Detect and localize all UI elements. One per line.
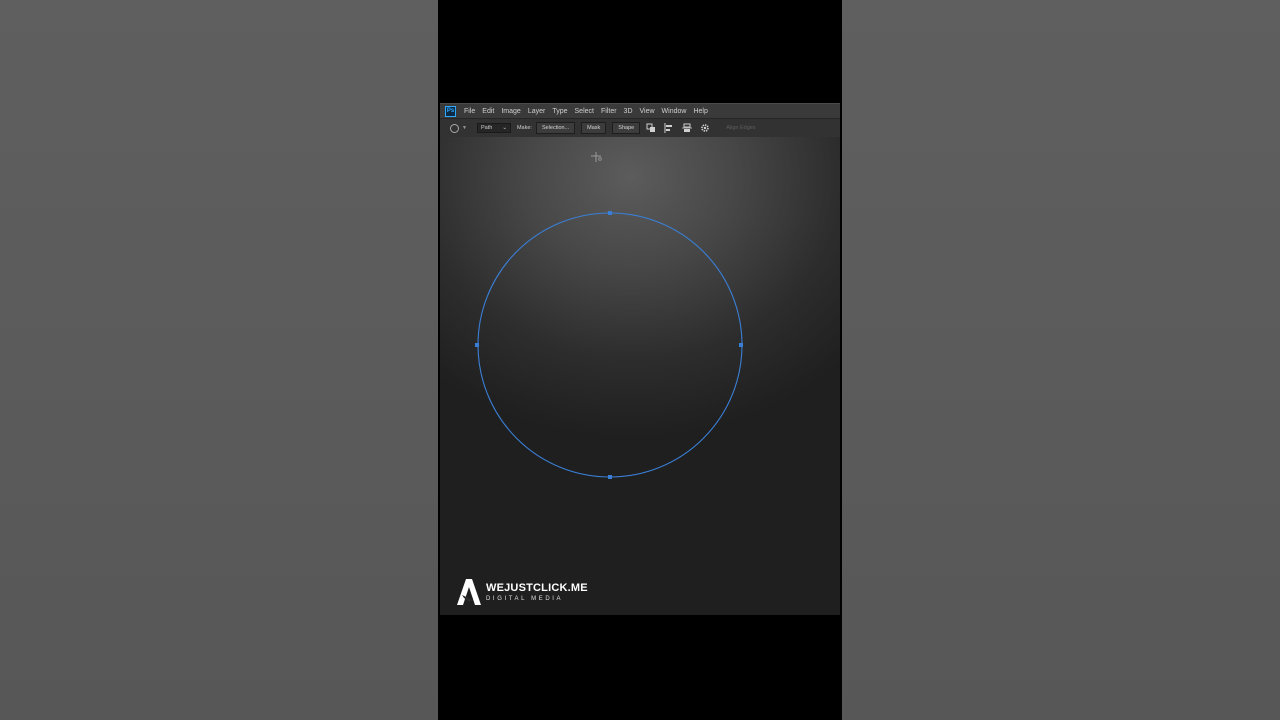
tool-mode-select[interactable]: Path ⌄ xyxy=(476,123,511,133)
path-arrangement-icon[interactable] xyxy=(682,123,693,133)
right-blurred-background xyxy=(842,0,1280,720)
ps-logo-icon: Ps xyxy=(445,105,456,117)
gear-icon[interactable] xyxy=(700,123,710,133)
anchor-point-left xyxy=(475,343,479,347)
document-canvas[interactable] xyxy=(440,137,840,615)
chevron-down-icon: ▼ xyxy=(462,125,467,131)
anchor-point-right xyxy=(739,343,743,347)
menu-file[interactable]: File xyxy=(464,108,475,115)
video-frame: Ps File Edit Image Layer Type Select Fil… xyxy=(438,0,842,720)
path-operations-icon[interactable] xyxy=(646,123,656,133)
align-edges-checkbox[interactable]: Align Edges xyxy=(726,125,755,131)
ellipse-tool-icon xyxy=(450,123,459,133)
menu-layer[interactable]: Layer xyxy=(528,108,546,115)
anchor-point-top xyxy=(608,211,612,215)
menu-help[interactable]: Help xyxy=(693,108,707,115)
menu-window[interactable]: Window xyxy=(662,108,687,115)
make-selection-button[interactable]: Selection... xyxy=(535,122,576,134)
menu-3d[interactable]: 3D xyxy=(624,108,633,115)
brand-watermark: WEJUSTCLICK.ME DIGITAL MEDIA xyxy=(456,578,588,606)
brand-name: WEJUSTCLICK.ME xyxy=(486,581,588,594)
left-blurred-background xyxy=(0,0,438,720)
menu-bar: Ps File Edit Image Layer Type Select Fil… xyxy=(440,103,840,118)
menu-filter[interactable]: Filter xyxy=(601,108,617,115)
anchor-point-bottom xyxy=(608,475,612,479)
brand-logo-icon xyxy=(457,579,481,605)
menu-view[interactable]: View xyxy=(640,108,655,115)
path-alignment-icon[interactable] xyxy=(664,123,674,133)
canvas-overlay xyxy=(475,152,743,479)
make-mask-button[interactable]: Mask xyxy=(581,122,607,134)
ellipse-path xyxy=(475,211,743,479)
options-bar: ▼ Path ⌄ Make: Selection... Mask Shape A… xyxy=(440,118,840,138)
brand-subtitle: DIGITAL MEDIA xyxy=(486,595,564,602)
menu-type[interactable]: Type xyxy=(552,108,567,115)
menu-image[interactable]: Image xyxy=(501,108,520,115)
chevron-down-icon: ⌄ xyxy=(502,125,507,131)
tool-mode-value: Path xyxy=(480,125,493,131)
photoshop-window: Ps File Edit Image Layer Type Select Fil… xyxy=(440,103,840,615)
tool-preset-picker[interactable]: ▼ xyxy=(450,123,467,133)
make-label: Make: xyxy=(516,125,532,131)
make-shape-button[interactable]: Shape xyxy=(612,122,641,134)
menu-select[interactable]: Select xyxy=(575,108,594,115)
crosshair-cursor-icon xyxy=(591,152,602,162)
menu-edit[interactable]: Edit xyxy=(482,108,494,115)
